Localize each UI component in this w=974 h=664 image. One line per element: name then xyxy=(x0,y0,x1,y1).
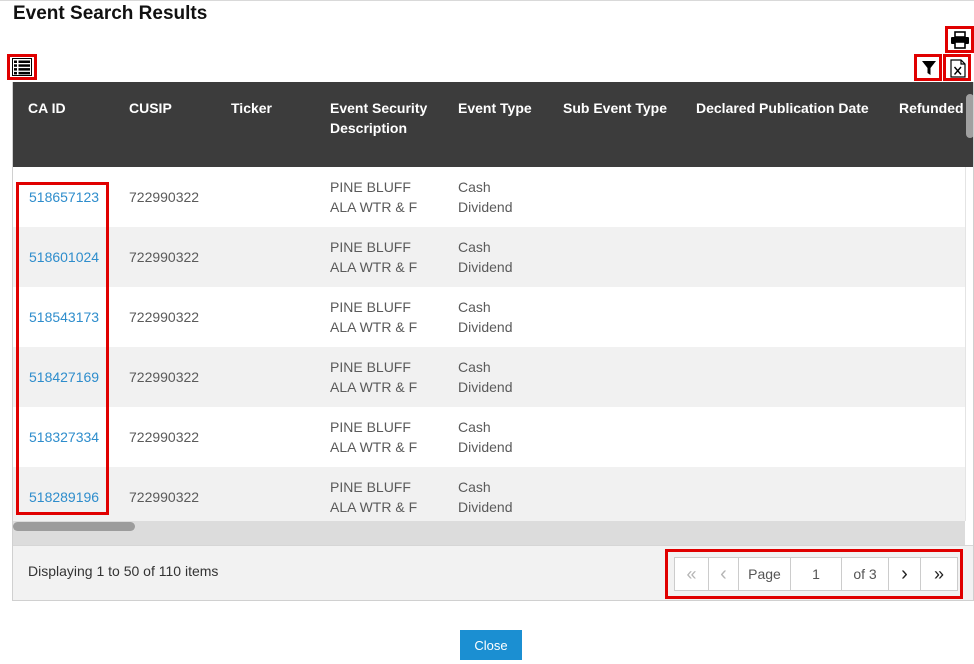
description-line1: PINE BLUFF xyxy=(330,299,411,315)
cusip-cell: 722990322 xyxy=(129,189,200,205)
pagination-highlight xyxy=(665,549,963,599)
event-type-cell: Cash Dividend xyxy=(458,177,512,217)
column-header-event-security-line1: Event Security xyxy=(330,100,428,116)
description-cell: PINE BLUFF ALA WTR & F xyxy=(330,177,417,217)
event-type-cell: Cash Dividend xyxy=(458,297,512,337)
description-cell: PINE BLUFF ALA WTR & F xyxy=(330,297,417,337)
event-type-line1: Cash xyxy=(458,239,491,255)
table-row: 518327334 722990322 PINE BLUFF ALA WTR &… xyxy=(13,407,965,467)
column-header-declared-publication-date[interactable]: Declared Publication Date xyxy=(696,98,869,118)
event-type-cell: Cash Dividend xyxy=(458,237,512,277)
description-line1: PINE BLUFF xyxy=(330,479,411,495)
description-cell: PINE BLUFF ALA WTR & F xyxy=(330,477,417,517)
horizontal-scrollbar-thumb[interactable] xyxy=(13,522,135,531)
event-type-line2: Dividend xyxy=(458,439,513,455)
column-header-ca-id[interactable]: CA ID xyxy=(28,98,66,118)
event-type-line2: Dividend xyxy=(458,379,513,395)
description-line2: ALA WTR & F xyxy=(330,259,418,275)
print-highlight xyxy=(945,26,974,53)
event-type-line2: Dividend xyxy=(458,319,513,335)
grid-body: 518657123 722990322 PINE BLUFF ALA WTR &… xyxy=(13,167,965,521)
event-type-line1: Cash xyxy=(458,479,491,495)
event-type-line2: Dividend xyxy=(458,259,513,275)
description-line2: ALA WTR & F xyxy=(330,379,418,395)
description-line1: PINE BLUFF xyxy=(330,419,411,435)
event-type-line2: Dividend xyxy=(458,199,513,215)
cusip-cell: 722990322 xyxy=(129,249,200,265)
event-type-line2: Dividend xyxy=(458,499,513,515)
event-type-line1: Cash xyxy=(458,359,491,375)
event-type-cell: Cash Dividend xyxy=(458,477,512,517)
cusip-cell: 722990322 xyxy=(129,429,200,445)
description-cell: PINE BLUFF ALA WTR & F xyxy=(330,237,417,277)
description-cell: PINE BLUFF ALA WTR & F xyxy=(330,357,417,397)
table-row: 518427169 722990322 PINE BLUFF ALA WTR &… xyxy=(13,347,965,407)
description-line1: PINE BLUFF xyxy=(330,239,411,255)
filter-highlight xyxy=(914,54,942,81)
description-cell: PINE BLUFF ALA WTR & F xyxy=(330,417,417,457)
page-title: Event Search Results xyxy=(13,3,208,24)
event-type-cell: Cash Dividend xyxy=(458,357,512,397)
table-row: 518289196 722990322 PINE BLUFF ALA WTR &… xyxy=(13,467,965,521)
column-header-refunded[interactable]: Refunded xyxy=(899,98,964,118)
excel-export-highlight xyxy=(943,54,971,81)
table-row: 518657123 722990322 PINE BLUFF ALA WTR &… xyxy=(13,167,965,227)
items-count-text: Displaying 1 to 50 of 110 items xyxy=(28,563,219,579)
table-row: 518543173 722990322 PINE BLUFF ALA WTR &… xyxy=(13,287,965,347)
description-line2: ALA WTR & F xyxy=(330,439,418,455)
vertical-scrollbar-track[interactable] xyxy=(965,167,973,521)
results-grid: CA ID CUSIP Ticker Event Security Descri… xyxy=(12,82,974,601)
event-type-line1: Cash xyxy=(458,299,491,315)
ca-id-column-highlight xyxy=(16,182,109,515)
cusip-cell: 722990322 xyxy=(129,309,200,325)
list-highlight xyxy=(7,54,37,80)
close-button[interactable]: Close xyxy=(460,630,522,660)
table-row: 518601024 722990322 PINE BLUFF ALA WTR &… xyxy=(13,227,965,287)
grid-header: CA ID CUSIP Ticker Event Security Descri… xyxy=(13,82,973,167)
column-header-event-security-line2: Description xyxy=(330,120,408,136)
description-line1: PINE BLUFF xyxy=(330,359,411,375)
column-header-cusip[interactable]: CUSIP xyxy=(129,98,172,118)
description-line2: ALA WTR & F xyxy=(330,319,418,335)
event-type-cell: Cash Dividend xyxy=(458,417,512,457)
event-type-line1: Cash xyxy=(458,419,491,435)
cusip-cell: 722990322 xyxy=(129,369,200,385)
column-header-ticker[interactable]: Ticker xyxy=(231,98,272,118)
column-header-event-security-description[interactable]: Event Security Description xyxy=(330,98,427,138)
column-header-event-type[interactable]: Event Type xyxy=(458,98,532,118)
vertical-scrollbar-thumb[interactable] xyxy=(966,94,973,138)
description-line2: ALA WTR & F xyxy=(330,499,418,515)
horizontal-scrollbar-track[interactable] xyxy=(13,521,965,545)
top-divider xyxy=(0,0,974,1)
event-type-line1: Cash xyxy=(458,179,491,195)
column-header-sub-event-type[interactable]: Sub Event Type xyxy=(563,98,667,118)
description-line1: PINE BLUFF xyxy=(330,179,411,195)
description-line2: ALA WTR & F xyxy=(330,199,418,215)
cusip-cell: 722990322 xyxy=(129,489,200,505)
